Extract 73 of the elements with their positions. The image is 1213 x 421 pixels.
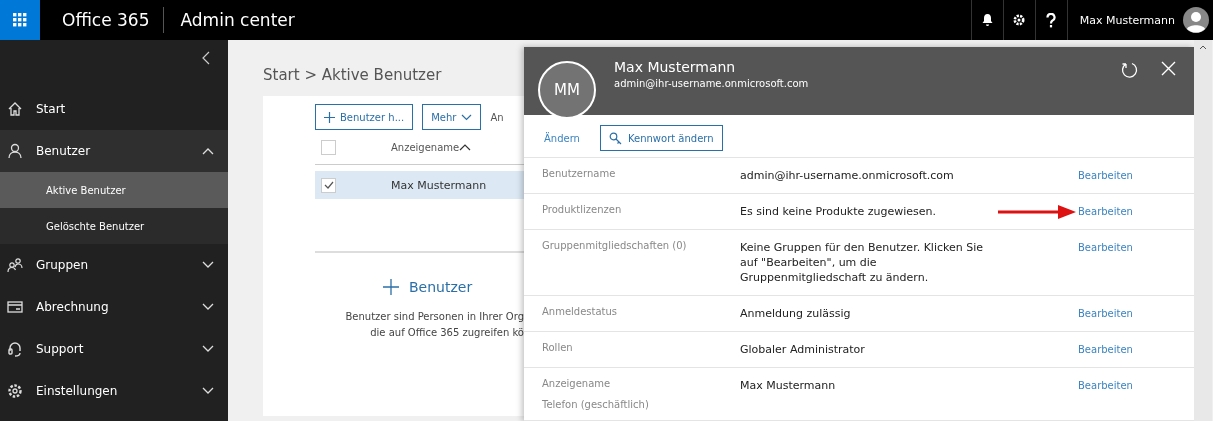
refresh-icon[interactable]	[1121, 61, 1139, 79]
product-name: Office 365	[40, 7, 165, 33]
sort-ascending-icon	[459, 143, 472, 151]
field-label: Rollen	[542, 342, 574, 353]
nav-item[interactable]: Abrechnung	[0, 286, 228, 328]
bell-icon	[980, 13, 994, 27]
checkmark-icon	[323, 181, 334, 189]
edit-link[interactable]: Bearbeiten	[1078, 344, 1133, 355]
breadcrumb: Start > Aktive Benutzer	[263, 66, 443, 84]
nav-item[interactable]: Einstellungen	[0, 370, 228, 412]
scrollbar[interactable]	[1194, 40, 1212, 421]
chevron-down-icon	[202, 303, 214, 311]
change-photo-link[interactable]: Ändern	[544, 132, 580, 144]
user-email: admin@ihr-username.onmicrosoft.com	[614, 78, 809, 89]
edit-link[interactable]: Bearbeiten	[1078, 170, 1133, 181]
user-avatar-icon[interactable]	[1183, 7, 1209, 33]
edit-link[interactable]: Bearbeiten	[1078, 380, 1133, 391]
app-launcher-button[interactable]	[0, 0, 40, 40]
field-label: Telefon (geschäftlich)	[542, 399, 650, 410]
select-all-checkbox[interactable]	[321, 139, 336, 155]
gear-icon	[7, 383, 23, 399]
plus-icon	[324, 111, 335, 123]
close-icon[interactable]	[1161, 61, 1176, 76]
edit-link[interactable]: Bearbeiten	[1078, 242, 1133, 253]
question-mark-icon	[1046, 12, 1057, 28]
column-header[interactable]: Anzeigename	[391, 141, 460, 153]
field-label: Anzeigename	[542, 378, 612, 389]
chevron-down-icon	[202, 387, 214, 395]
user-avatar: MM	[538, 61, 596, 119]
nav-item[interactable]: Start	[0, 88, 228, 130]
field-label: Anmeldestatus	[542, 306, 619, 317]
nav-item[interactable]: Benutzer	[0, 130, 228, 172]
edit-link[interactable]: Bearbeiten	[1078, 206, 1133, 217]
field-value: admin@ihr-username.onmicrosoft.com	[740, 168, 955, 183]
add-user-button[interactable]: Benutzer h...	[315, 104, 414, 130]
chevron-down-icon	[202, 261, 214, 269]
group-icon	[7, 257, 23, 273]
change-password-button[interactable]: Kennwort ändern	[599, 125, 723, 151]
headset-icon	[7, 341, 23, 357]
nav-subitem[interactable]: Gelöschte Benutzer	[0, 208, 228, 244]
home-icon	[7, 101, 23, 117]
field-label: Gruppenmitgliedschaften (0)	[542, 240, 688, 251]
field-value: Keine Gruppen für den Benutzer. Klicken Sie auf "Bearbeiten", um die Gruppenmitgliedschaft zu ändern.	[740, 240, 985, 285]
nav-item[interactable]: Support	[0, 328, 228, 370]
field-value: Anmeldung zulässig	[740, 306, 852, 321]
waffle-icon	[13, 13, 27, 27]
field-value: Es sind keine Produkte zugewiesen.	[740, 204, 938, 219]
chevron-down-icon	[461, 113, 473, 121]
scroll-up-icon[interactable]	[1199, 44, 1207, 50]
settings-icon	[1012, 13, 1027, 27]
user-row[interactable]: Max Mustermann	[315, 171, 524, 199]
chevron-down-icon	[202, 345, 214, 353]
field-value: Globaler Administrator	[740, 342, 866, 357]
description-text: Benutzer sind Personen in Ihrer Org	[345, 310, 524, 324]
card-icon	[7, 299, 23, 315]
row-checkbox[interactable]	[321, 177, 336, 193]
user-name: Max Mustermann	[614, 59, 737, 75]
more-button[interactable]: Mehr	[422, 104, 482, 130]
collapse-chevron-icon[interactable]	[202, 51, 210, 65]
edit-link[interactable]: Bearbeiten	[1078, 308, 1133, 319]
app-title: Admin center	[179, 10, 295, 30]
field-value: Max Mustermann	[740, 378, 837, 393]
add-user-link[interactable]: Benutzer	[383, 279, 473, 295]
nav-item[interactable]: Gruppen	[0, 244, 228, 286]
key-icon	[608, 131, 622, 145]
field-label: Produktlizenzen	[542, 204, 623, 215]
toolbar-label: An	[490, 111, 504, 123]
chevron-up-icon	[202, 147, 214, 155]
description-text: die auf Office 365 zugreifen kö	[370, 326, 524, 340]
nav-subitem[interactable]: Aktive Benutzer	[0, 172, 228, 208]
person-icon	[7, 143, 23, 159]
field-label: Benutzername	[542, 168, 617, 179]
plus-icon	[383, 279, 399, 295]
